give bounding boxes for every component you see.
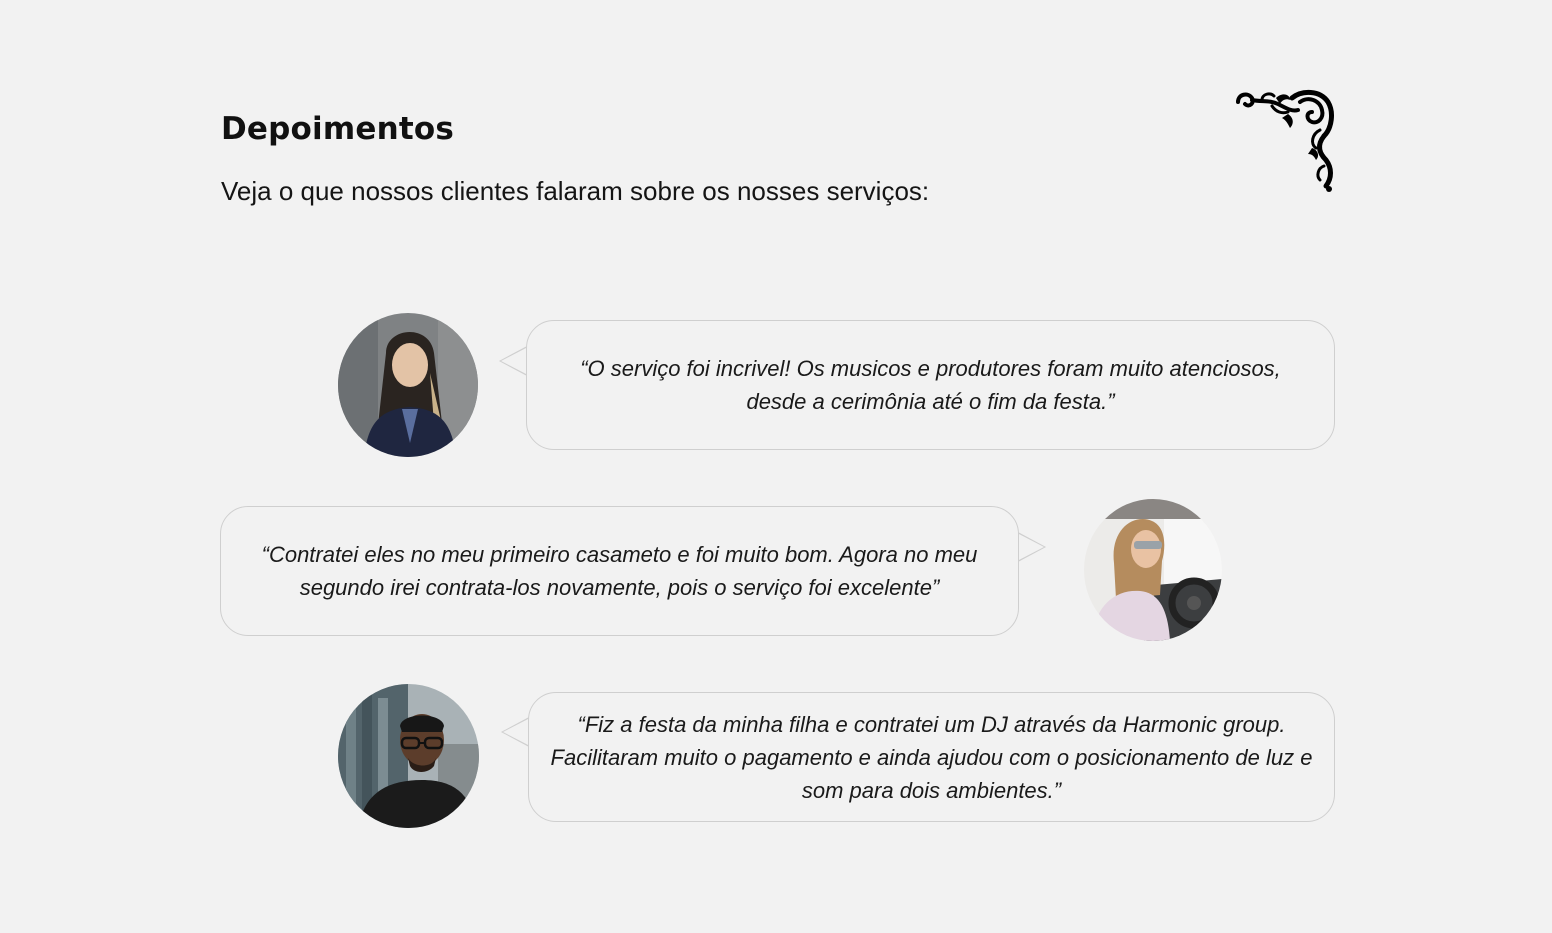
section-title: Depoimentos: [221, 111, 455, 147]
testimonial-quote: “Fiz a festa da minha filha e contratei …: [550, 711, 1313, 803]
testimonial-bubble: “Contratei eles no meu primeiro casameto…: [220, 506, 1019, 636]
section-subtitle: Veja o que nossos clientes falaram sobre…: [221, 176, 930, 206]
customer-photo-avatar: [338, 684, 479, 828]
customer-photo-avatar: [338, 313, 478, 457]
floral-corner-ornament-icon: [1236, 90, 1334, 192]
testimonial-quote: “Contratei eles no meu primeiro casameto…: [261, 542, 978, 600]
testimonial-bubble: “Fiz a festa da minha filha e contratei …: [528, 692, 1335, 822]
testimonial-quote: “O serviço foi incrivel! Os musicos e pr…: [580, 356, 1281, 414]
testimonial-bubble: “O serviço foi incrivel! Os musicos e pr…: [526, 320, 1335, 450]
customer-photo-avatar: [1084, 499, 1222, 641]
